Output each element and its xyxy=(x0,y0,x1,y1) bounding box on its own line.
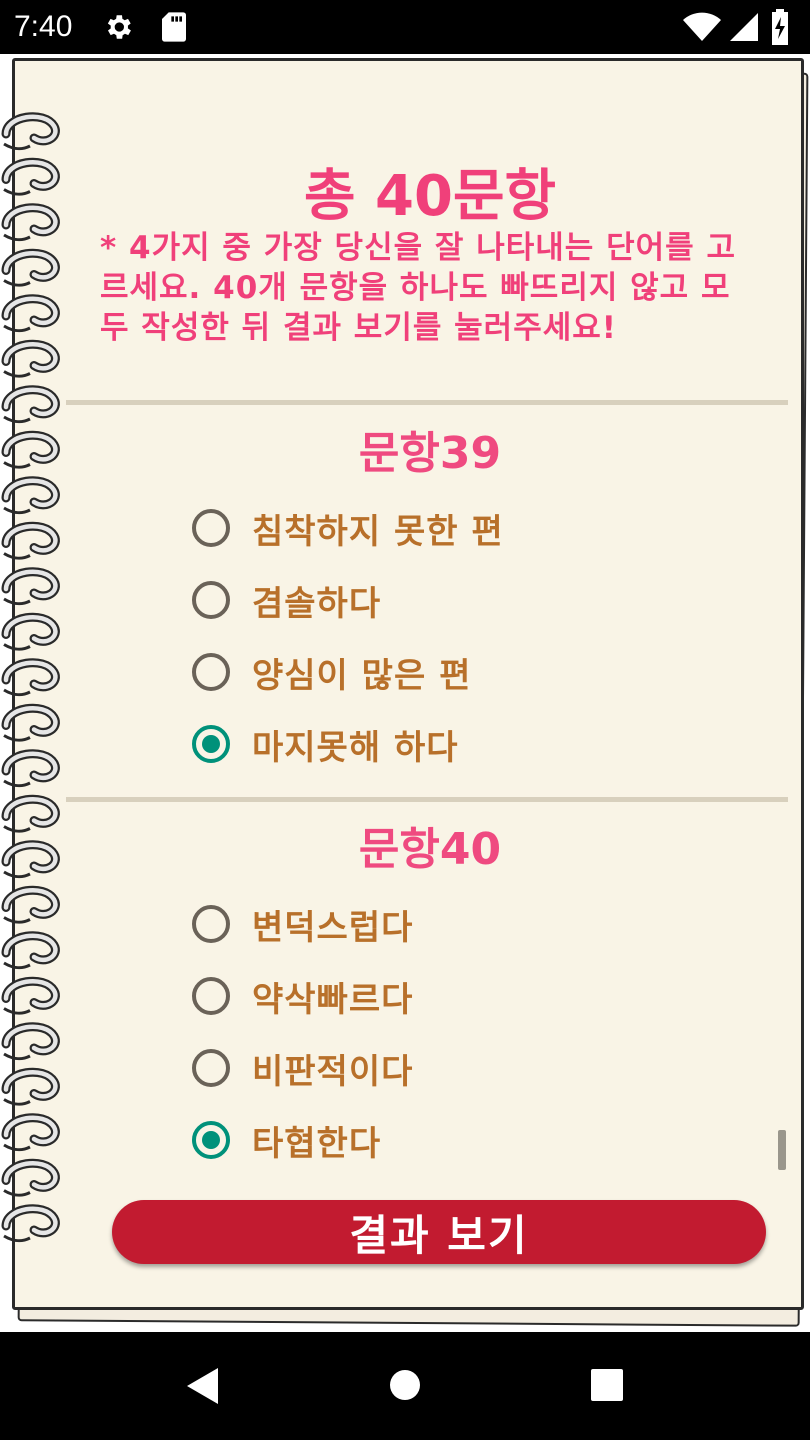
radio-button[interactable] xyxy=(192,581,230,619)
status-bar: 7:40 xyxy=(0,0,810,54)
radio-button[interactable] xyxy=(192,509,230,547)
option-label: 약삭빠르다 xyxy=(252,979,414,1020)
radio-option[interactable]: 약삭빠르다 xyxy=(192,971,413,1021)
question-title: 문항39 xyxy=(358,428,502,479)
radio-option[interactable]: 마지못해 하다 xyxy=(192,719,459,769)
page-title: 총 40문항 xyxy=(304,164,556,229)
wifi-icon xyxy=(682,11,722,47)
result-button[interactable]: 결과 보기 xyxy=(112,1200,766,1264)
radio-option[interactable]: 타협한다 xyxy=(192,1115,381,1165)
option-label: 비판적이다 xyxy=(252,1051,414,1092)
option-label: 침착하지 못한 편 xyxy=(252,511,504,552)
divider xyxy=(66,797,788,802)
sd-card-icon xyxy=(160,11,188,47)
back-icon[interactable] xyxy=(184,1366,222,1410)
radio-button[interactable] xyxy=(192,653,230,691)
option-label: 마지못해 하다 xyxy=(252,727,459,768)
radio-option[interactable]: 침착하지 못한 편 xyxy=(192,503,504,553)
question-title: 문항40 xyxy=(358,824,502,875)
option-label: 변덕스럽다 xyxy=(252,907,414,948)
radio-button-checked[interactable] xyxy=(192,725,230,763)
home-icon[interactable] xyxy=(388,1368,422,1406)
radio-option[interactable]: 비판적이다 xyxy=(192,1043,413,1093)
radio-button[interactable] xyxy=(192,1049,230,1087)
option-label: 겸솔하다 xyxy=(252,583,382,624)
gear-icon xyxy=(102,11,134,47)
radio-button[interactable] xyxy=(192,905,230,943)
scrollbar[interactable] xyxy=(778,1130,786,1170)
spiral-binding-icon xyxy=(1,112,60,1243)
option-label: 양심이 많은 편 xyxy=(252,655,472,696)
status-time: 7:40 xyxy=(14,10,73,43)
radio-button-checked[interactable] xyxy=(192,1121,230,1159)
signal-icon xyxy=(728,11,760,47)
navigation-bar xyxy=(0,1332,810,1440)
radio-option[interactable]: 겸솔하다 xyxy=(192,575,381,625)
option-label: 타협한다 xyxy=(252,1123,382,1164)
instructions-text: * 4가지 중 가장 당신을 잘 나타내는 단어를 고르세요. 40개 문항을 … xyxy=(100,230,736,346)
recents-icon[interactable] xyxy=(590,1368,624,1406)
radio-button[interactable] xyxy=(192,977,230,1015)
divider xyxy=(66,400,788,405)
battery-icon xyxy=(770,9,790,49)
radio-option[interactable]: 양심이 많은 편 xyxy=(192,647,471,697)
radio-option[interactable]: 변덕스럽다 xyxy=(192,899,413,949)
